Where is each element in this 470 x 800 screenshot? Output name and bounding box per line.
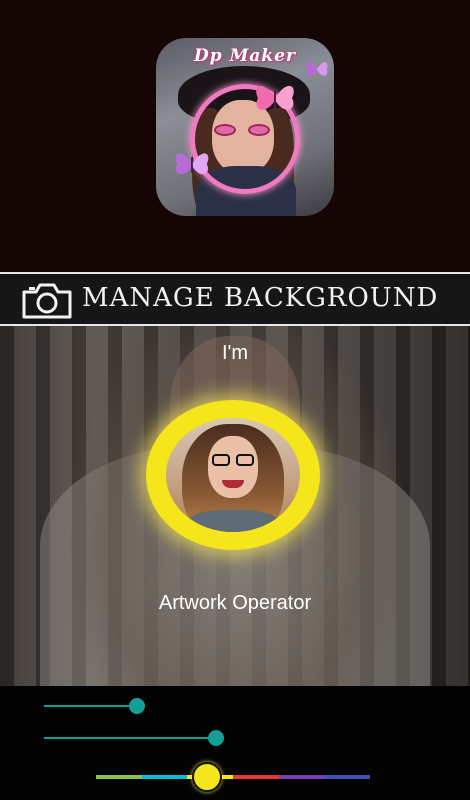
- size-slider[interactable]: [44, 694, 344, 718]
- avatar[interactable]: [166, 418, 300, 532]
- color-swatch[interactable]: [324, 775, 371, 779]
- color-picker-thumb[interactable]: [192, 762, 222, 792]
- app-logo: Dp Maker: [156, 38, 334, 216]
- butterfly-icon: [175, 153, 209, 175]
- prefix-label: I'm: [221, 342, 249, 364]
- role-label[interactable]: Artwork Operator: [0, 592, 470, 615]
- color-picker-bar[interactable]: [96, 775, 371, 779]
- manage-background-header: MANAGE BACKGROUND: [0, 272, 470, 326]
- slider-thumb[interactable]: [208, 730, 225, 746]
- color-swatch[interactable]: [96, 775, 142, 779]
- logo-area: Dp Maker: [0, 0, 470, 272]
- slider-track: [44, 705, 137, 707]
- color-swatch[interactable]: [278, 775, 325, 779]
- color-swatch[interactable]: [233, 775, 279, 779]
- controls-panel: [0, 686, 470, 800]
- avatar-frame[interactable]: [146, 400, 320, 550]
- slider-thumb[interactable]: [129, 698, 145, 714]
- header-title: MANAGE BACKGROUND: [82, 283, 439, 313]
- camera-icon: [22, 283, 72, 319]
- slider-track: [44, 737, 217, 739]
- color-swatch[interactable]: [141, 775, 188, 779]
- butterfly-icon: [256, 85, 294, 110]
- opacity-slider[interactable]: [44, 726, 454, 750]
- glasses-icon: [210, 454, 256, 466]
- logo-title: Dp Maker: [194, 46, 296, 66]
